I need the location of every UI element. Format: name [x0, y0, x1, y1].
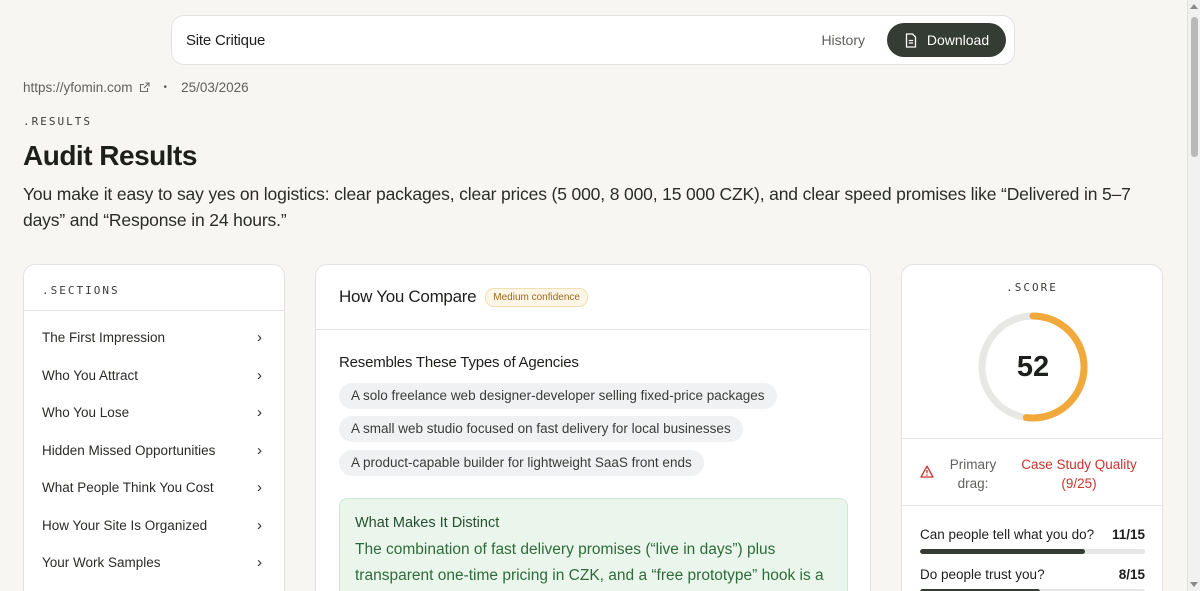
- agency-type-pill: A small web studio focused on fast deliv…: [339, 416, 743, 442]
- agency-type-pill: A product-capable builder for lightweigh…: [339, 450, 704, 476]
- metric-bar: [920, 549, 1145, 554]
- sections-list: The First Impression › Who You Attract › W…: [24, 311, 284, 582]
- top-bar: Site Critique History Download: [171, 15, 1015, 65]
- results-eyebrow: .RESULTS: [23, 115, 92, 128]
- document-icon: [905, 32, 917, 48]
- scroll-up-icon[interactable]: [1190, 4, 1198, 9]
- compare-card: How You Compare Medium confidence Resemb…: [315, 264, 871, 591]
- external-link-icon[interactable]: [139, 82, 150, 93]
- sections-eyebrow: .SECTIONS: [42, 284, 120, 297]
- section-label: The First Impression: [42, 330, 166, 346]
- section-item-missed-opportunities[interactable]: Hidden Missed Opportunities ›: [24, 432, 284, 470]
- chevron-right-icon: ›: [257, 516, 262, 534]
- section-item-work-samples[interactable]: Your Work Samples ›: [24, 544, 284, 582]
- score-value: 52: [1016, 350, 1050, 383]
- section-label: How Your Site Is Organized: [42, 517, 208, 533]
- page-title: Audit Results: [23, 140, 197, 171]
- primary-drag-label: Primary drag:: [949, 457, 997, 491]
- audit-meta: https://yfomin.com • 25/03/2026: [23, 80, 249, 95]
- agency-type-pill: A solo freelance web designer-developer …: [339, 383, 777, 409]
- distinct-title: What Makes It Distinct: [355, 515, 500, 531]
- section-item-site-organization[interactable]: How Your Site Is Organized ›: [24, 507, 284, 545]
- primary-drag-value: Case Study Quality (9/25): [1021, 457, 1137, 491]
- history-link[interactable]: History: [821, 32, 865, 48]
- metric-bar-fill: [920, 549, 1085, 554]
- metric-trust: Do people trust you? 8/15: [920, 567, 1145, 591]
- chevron-right-icon: ›: [257, 441, 262, 459]
- sections-card: .SECTIONS The First Impression › Who You …: [23, 264, 285, 591]
- compare-title: How You Compare: [339, 287, 477, 306]
- app-title: Site Critique: [186, 31, 266, 49]
- warning-triangle-icon: [920, 465, 934, 478]
- section-item-who-you-lose[interactable]: Who You Lose ›: [24, 394, 284, 432]
- section-label: What People Think You Cost: [42, 480, 214, 496]
- chevron-right-icon: ›: [257, 366, 262, 384]
- section-label: Hidden Missed Opportunities: [42, 442, 216, 458]
- download-button[interactable]: Download: [887, 23, 1006, 57]
- section-label: Who You Attract: [42, 367, 139, 383]
- metric-label: Do people trust you?: [920, 567, 1045, 582]
- page-scrollbar[interactable]: [1187, 0, 1200, 591]
- chevron-right-icon: ›: [257, 404, 262, 422]
- results-summary: You make it easy to say yes on logistics…: [23, 184, 1131, 230]
- confidence-badge: Medium confidence: [485, 287, 588, 307]
- chevron-right-icon: ›: [257, 329, 262, 347]
- distinct-text: The combination of fast delivery promise…: [355, 541, 824, 584]
- site-url-link[interactable]: https://yfomin.com: [23, 80, 133, 95]
- meta-separator: •: [163, 82, 168, 93]
- distinct-callout: What Makes It Distinct The combination o…: [339, 498, 848, 591]
- section-item-who-you-attract[interactable]: Who You Attract ›: [24, 357, 284, 395]
- metric-clarity: Can people tell what you do? 11/15: [920, 527, 1145, 554]
- section-label: Who You Lose: [42, 405, 130, 421]
- metric-score: 8/15: [1118, 567, 1145, 582]
- resembles-title: Resembles These Types of Agencies: [339, 354, 579, 371]
- scroll-down-icon[interactable]: [1190, 582, 1198, 587]
- metric-score: 11/15: [1111, 527, 1145, 542]
- primary-drag: Primary drag: Case Study Quality (9/25): [902, 438, 1162, 506]
- download-label: Download: [926, 32, 990, 48]
- scrollbar-thumb[interactable]: [1191, 17, 1198, 157]
- chevron-right-icon: ›: [257, 554, 262, 572]
- score-ring: 52: [976, 310, 1090, 424]
- section-item-first-impression[interactable]: The First Impression ›: [24, 319, 284, 357]
- section-item-perceived-cost[interactable]: What People Think You Cost ›: [24, 469, 284, 507]
- score-card: .SCORE 52 Primary drag: Case Study Quali…: [901, 264, 1163, 591]
- section-label: Your Work Samples: [42, 555, 161, 571]
- audit-date: 25/03/2026: [181, 80, 249, 95]
- chevron-right-icon: ›: [257, 479, 262, 497]
- score-eyebrow: .SCORE: [1006, 281, 1058, 294]
- metric-label: Can people tell what you do?: [920, 527, 1095, 542]
